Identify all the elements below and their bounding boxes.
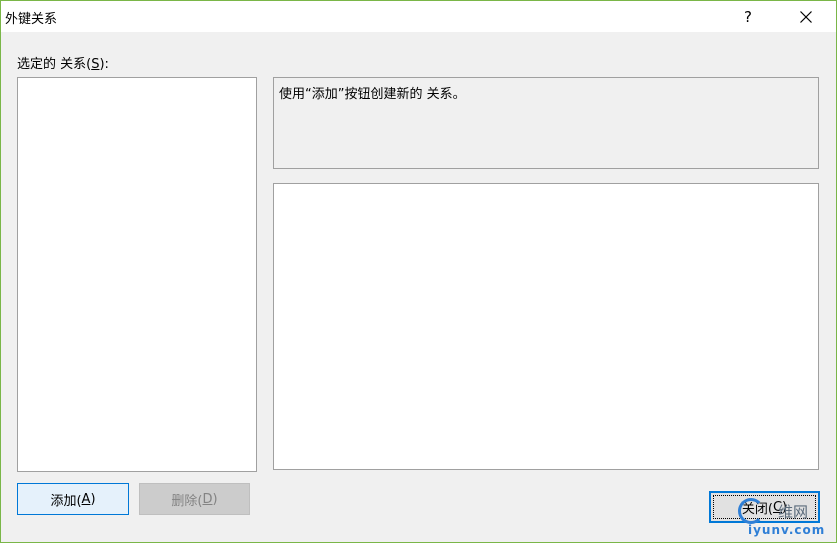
close-window-button[interactable]: [783, 1, 829, 32]
close-button[interactable]: 关闭(C): [709, 491, 820, 523]
relation-properties-grid[interactable]: [273, 183, 819, 470]
help-button[interactable]: ?: [725, 1, 771, 32]
foreign-key-relations-dialog: 外键关系 ? 选定的 关系(S): 使用“添加”按钮创建新的 关系。 添加(A)…: [0, 0, 837, 543]
title-bar: 外键关系 ?: [1, 1, 836, 32]
watermark-domain: iyunv.com: [748, 523, 826, 537]
focus-rectangle: [713, 495, 816, 519]
window-title: 外键关系: [5, 12, 58, 27]
relations-list[interactable]: [17, 77, 257, 472]
relation-description: 使用“添加”按钮创建新的 关系。: [273, 77, 819, 169]
selected-relations-label: 选定的 关系(S):: [17, 57, 109, 72]
info-message: 使用“添加”按钮创建新的 关系。: [279, 87, 466, 102]
delete-button[interactable]: 删除(D): [139, 483, 250, 515]
add-button[interactable]: 添加(A): [17, 483, 129, 515]
close-icon: [800, 10, 812, 23]
help-icon: ?: [744, 7, 752, 26]
